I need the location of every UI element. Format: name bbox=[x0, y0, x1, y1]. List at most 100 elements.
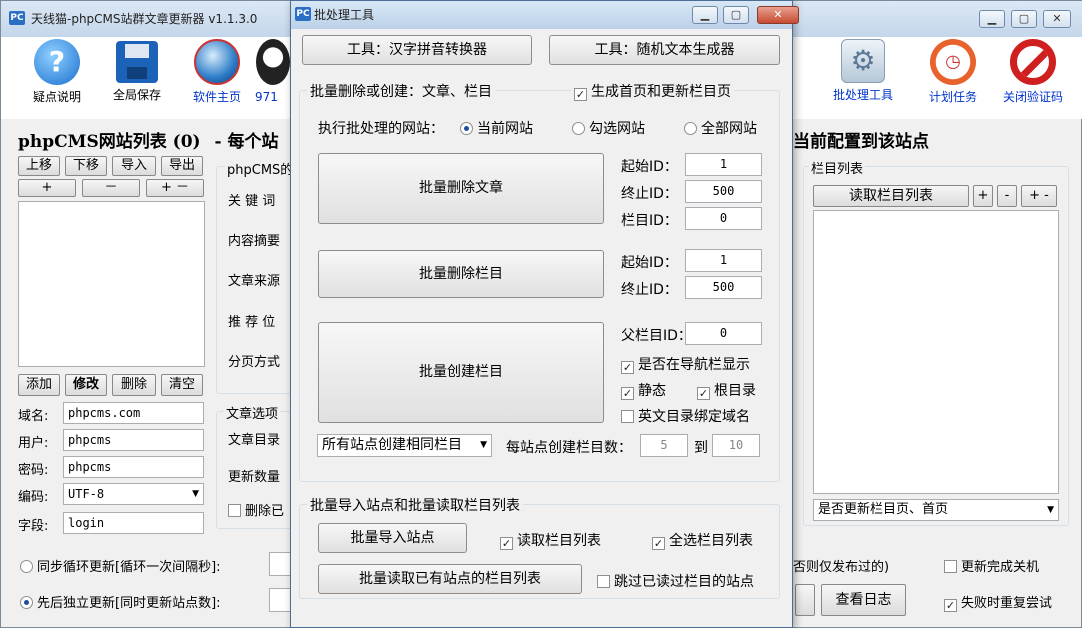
update-page-select[interactable]: 是否更新栏目页、首页 ▼ bbox=[813, 499, 1059, 521]
column-remove-button[interactable]: - bbox=[997, 185, 1017, 207]
edit-site-button[interactable]: 修改 bbox=[65, 374, 107, 396]
password-label: 密码: bbox=[18, 463, 49, 478]
recommend-label: 推 荐 位 bbox=[228, 315, 276, 330]
read-col-list-label: 读取栏目列表 bbox=[517, 533, 601, 549]
toolbar-qq[interactable]: 971 bbox=[255, 37, 291, 105]
encoding-label: 编码: bbox=[18, 490, 49, 505]
toolbar-save-label: 全局保存 bbox=[112, 88, 161, 102]
clock-icon: ◷ bbox=[930, 39, 976, 85]
parent-id-input[interactable]: 0 bbox=[685, 322, 762, 345]
checkbox-box: ✓ bbox=[574, 88, 587, 101]
per-site-from-input[interactable]: 5 bbox=[640, 434, 688, 457]
toggle-items-button[interactable]: + － bbox=[146, 179, 204, 197]
column-listbox[interactable] bbox=[813, 210, 1059, 494]
minimize-button[interactable]: ▁ bbox=[979, 10, 1005, 28]
same-columns-select[interactable]: 所有站点创建相同栏目 ▼ bbox=[317, 434, 492, 457]
chevron-down-icon: ▼ bbox=[480, 440, 487, 450]
add-item-button[interactable]: + bbox=[18, 179, 76, 197]
start-id-input-2[interactable]: 1 bbox=[685, 249, 762, 272]
import-sites-button[interactable]: 批量导入站点 bbox=[318, 523, 467, 553]
site-all-radio[interactable]: 全部网站 bbox=[684, 118, 757, 138]
site-listbox[interactable] bbox=[18, 201, 205, 367]
else-only-text: 否则仅发布过的) bbox=[793, 560, 890, 575]
summary-label: 内容摘要 bbox=[228, 234, 281, 249]
remove-item-button[interactable]: － bbox=[82, 179, 140, 197]
hidden-button-edge[interactable] bbox=[795, 584, 815, 616]
per-site-label: 每站点创建栏目数： bbox=[506, 440, 632, 456]
checkbox-box: ✓ bbox=[500, 537, 513, 550]
toolbar-batch-label: 批处理工具 bbox=[832, 88, 893, 102]
export-button[interactable]: 导出 bbox=[161, 156, 203, 176]
window-title: 天线猫-phpCMS站群文章更新器 v1.1.3.0 bbox=[31, 12, 258, 26]
start-id-input[interactable]: 1 bbox=[685, 153, 762, 176]
static-checkbox[interactable]: ✓ 静态 bbox=[621, 380, 666, 400]
toolbar-qq-label: 971 bbox=[255, 90, 278, 104]
close-button[interactable]: ✕ bbox=[1043, 10, 1071, 28]
toolbar-save[interactable]: 全局保存 bbox=[95, 37, 179, 103]
user-field[interactable]: phpcms bbox=[63, 429, 204, 451]
create-columns-button[interactable]: 批量创建栏目 bbox=[318, 322, 604, 423]
end-id-input[interactable]: 500 bbox=[685, 180, 762, 203]
dialog-minimize-button[interactable]: ▁ bbox=[692, 6, 718, 24]
gen-index-label: 生成首页和更新栏目页 bbox=[591, 84, 731, 100]
article-dir-label: 文章目录 bbox=[228, 433, 281, 448]
batch-read-columns-button[interactable]: 批量读取已有站点的栏目列表 bbox=[318, 564, 582, 594]
domain-field[interactable]: phpcms.com bbox=[63, 402, 204, 424]
dialog-maximize-button[interactable]: ▢ bbox=[723, 6, 749, 24]
batch-tool-dialog: PC 批处理工具 ▁ ▢ ✕ 工具：汉字拼音转换器 工具：随机文本生成器 批量删… bbox=[290, 0, 799, 628]
shutdown-checkbox[interactable]: 更新完成关机 bbox=[944, 556, 1039, 575]
site-list-count: phpCMS网站列表 (0) bbox=[18, 132, 201, 152]
view-log-button[interactable]: 查看日志 bbox=[821, 584, 906, 616]
site-current-radio[interactable]: 当前网站 bbox=[460, 118, 533, 138]
delete-site-button[interactable]: 删除 bbox=[112, 374, 156, 396]
end-id-input-2[interactable]: 500 bbox=[685, 276, 762, 299]
toolbar-schedule[interactable]: ◷ 计划任务 bbox=[911, 37, 995, 105]
encoding-value: UTF-8 bbox=[68, 487, 105, 501]
read-col-list-checkbox[interactable]: ✓ 读取栏目列表 bbox=[500, 530, 601, 550]
maximize-button[interactable]: ▢ bbox=[1011, 10, 1037, 28]
independent-radio[interactable]: 先后独立更新[同时更新站点数]: bbox=[20, 592, 221, 611]
delete-columns-button[interactable]: 批量删除栏目 bbox=[318, 250, 604, 298]
sync-loop-radio[interactable]: 同步循环更新[循环一次间隔秒]: bbox=[20, 556, 221, 575]
retry-checkbox[interactable]: ✓ 失败时重复尝试 bbox=[944, 592, 1052, 612]
import-button[interactable]: 导入 bbox=[112, 156, 156, 176]
per-site-to-input[interactable]: 10 bbox=[712, 434, 760, 457]
random-text-tool-button[interactable]: 工具：随机文本生成器 bbox=[549, 35, 780, 65]
add-site-button[interactable]: 添加 bbox=[18, 374, 60, 396]
read-columns-button[interactable]: 读取栏目列表 bbox=[813, 185, 969, 207]
column-list-label: 栏目列表 bbox=[809, 158, 866, 177]
skip-read-checkbox[interactable]: 跳过已读过栏目的站点 bbox=[597, 571, 754, 591]
field-label: 字段: bbox=[18, 519, 49, 534]
same-columns-value: 所有站点创建相同栏目 bbox=[322, 437, 462, 453]
move-down-button[interactable]: 下移 bbox=[65, 156, 107, 176]
clear-sites-button[interactable]: 清空 bbox=[161, 374, 203, 396]
toolbar-close-captcha[interactable]: 关闭验证码 bbox=[991, 37, 1075, 105]
select-all-col-label: 全选栏目列表 bbox=[669, 533, 753, 549]
gen-index-checkbox[interactable]: ✓ 生成首页和更新栏目页 bbox=[571, 81, 734, 101]
toolbar-homepage[interactable]: 软件主页 bbox=[175, 37, 259, 105]
root-dir-checkbox[interactable]: ✓ 根目录 bbox=[697, 380, 756, 400]
dialog-app-icon: PC bbox=[295, 7, 311, 21]
field-input[interactable]: login bbox=[63, 512, 204, 534]
column-add-button[interactable]: + bbox=[973, 185, 993, 207]
column-toggle-button[interactable]: + - bbox=[1021, 185, 1057, 207]
update-page-value: 是否更新栏目页、首页 bbox=[818, 502, 949, 517]
show-nav-checkbox[interactable]: ✓ 是否在导航栏显示 bbox=[621, 354, 750, 374]
toolbar-batch[interactable]: ⚙ 批处理工具 bbox=[821, 37, 905, 103]
parent-id-label: 父栏目ID： bbox=[621, 328, 692, 344]
radio-circle bbox=[20, 596, 33, 609]
delete-articles-button[interactable]: 批量删除文章 bbox=[318, 153, 604, 224]
delete-existing-checkbox[interactable]: 删除已 bbox=[228, 500, 284, 519]
select-all-col-checkbox[interactable]: ✓ 全选栏目列表 bbox=[652, 530, 753, 550]
password-field[interactable]: phpcms bbox=[63, 456, 204, 478]
site-checked-radio[interactable]: 勾选网站 bbox=[572, 118, 645, 138]
toolbar-help[interactable]: ? 疑点说明 bbox=[15, 37, 99, 105]
penguin-icon bbox=[256, 39, 290, 85]
save-disk-icon bbox=[116, 41, 158, 83]
encoding-select[interactable]: UTF-8 ▼ bbox=[63, 483, 204, 505]
column-id-input[interactable]: 0 bbox=[685, 207, 762, 230]
pinyin-tool-button[interactable]: 工具：汉字拼音转换器 bbox=[302, 35, 532, 65]
move-up-button[interactable]: 上移 bbox=[18, 156, 60, 176]
en-dir-bind-checkbox[interactable]: 英文目录绑定域名 bbox=[621, 406, 750, 426]
dialog-close-button[interactable]: ✕ bbox=[757, 6, 799, 24]
